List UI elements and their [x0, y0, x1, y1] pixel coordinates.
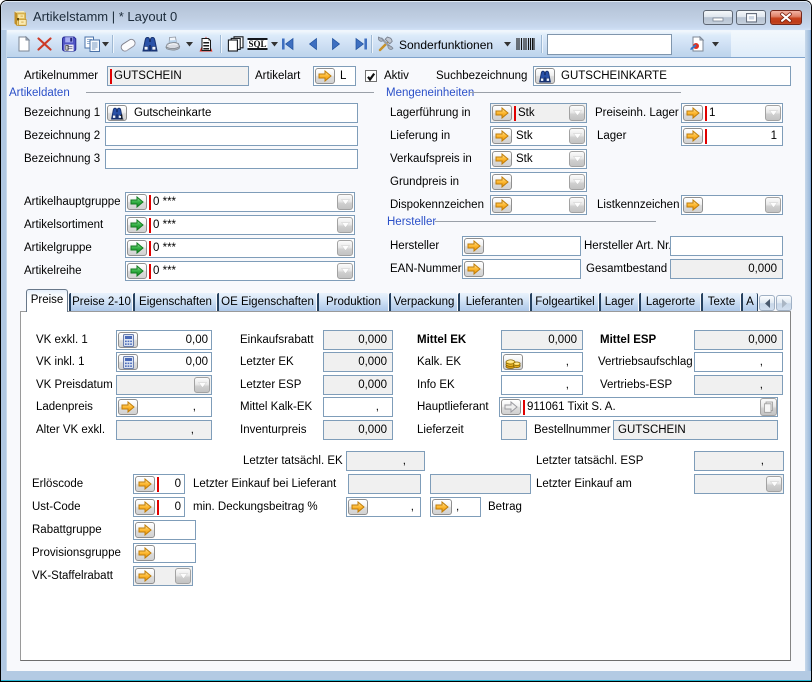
svg-text:SQL: SQL [248, 39, 266, 49]
svg-text:1: 1 [120, 112, 124, 120]
